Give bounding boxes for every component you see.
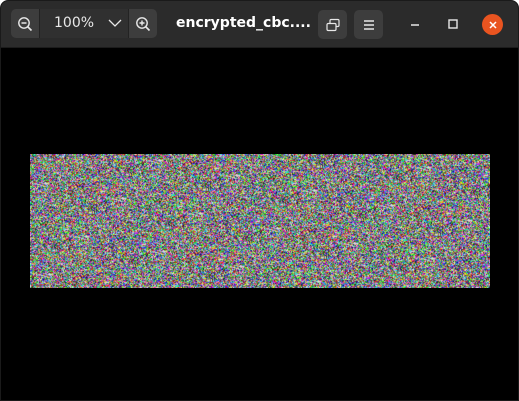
minimize-icon bbox=[411, 24, 419, 26]
zoom-out-button[interactable] bbox=[11, 9, 39, 38]
header-bar: 100% encrypted_cbc.... bbox=[1, 1, 518, 48]
minimize-button[interactable] bbox=[405, 14, 425, 34]
zoom-in-icon bbox=[136, 16, 151, 31]
zoom-in-button[interactable] bbox=[129, 9, 157, 38]
zoom-out-icon bbox=[18, 16, 33, 31]
window-title: encrypted_cbc.... bbox=[176, 15, 311, 31]
hamburger-menu-icon bbox=[363, 19, 374, 30]
chevron-down-icon bbox=[108, 19, 122, 27]
image-viewport[interactable] bbox=[1, 48, 518, 400]
zoom-controls: 100% bbox=[11, 9, 157, 38]
zoom-level-dropdown[interactable]: 100% bbox=[39, 9, 129, 38]
close-button[interactable] bbox=[482, 14, 503, 35]
close-icon bbox=[488, 20, 497, 29]
encrypted-image bbox=[30, 154, 490, 288]
fullscreen-button[interactable] bbox=[318, 10, 347, 39]
main-menu-button[interactable] bbox=[354, 10, 383, 39]
maximize-icon bbox=[448, 19, 458, 29]
fullscreen-icon bbox=[325, 18, 340, 31]
maximize-button[interactable] bbox=[443, 14, 463, 34]
zoom-level-label: 100% bbox=[54, 15, 95, 31]
image-viewer-window: 100% encrypted_cbc.... bbox=[0, 0, 519, 401]
